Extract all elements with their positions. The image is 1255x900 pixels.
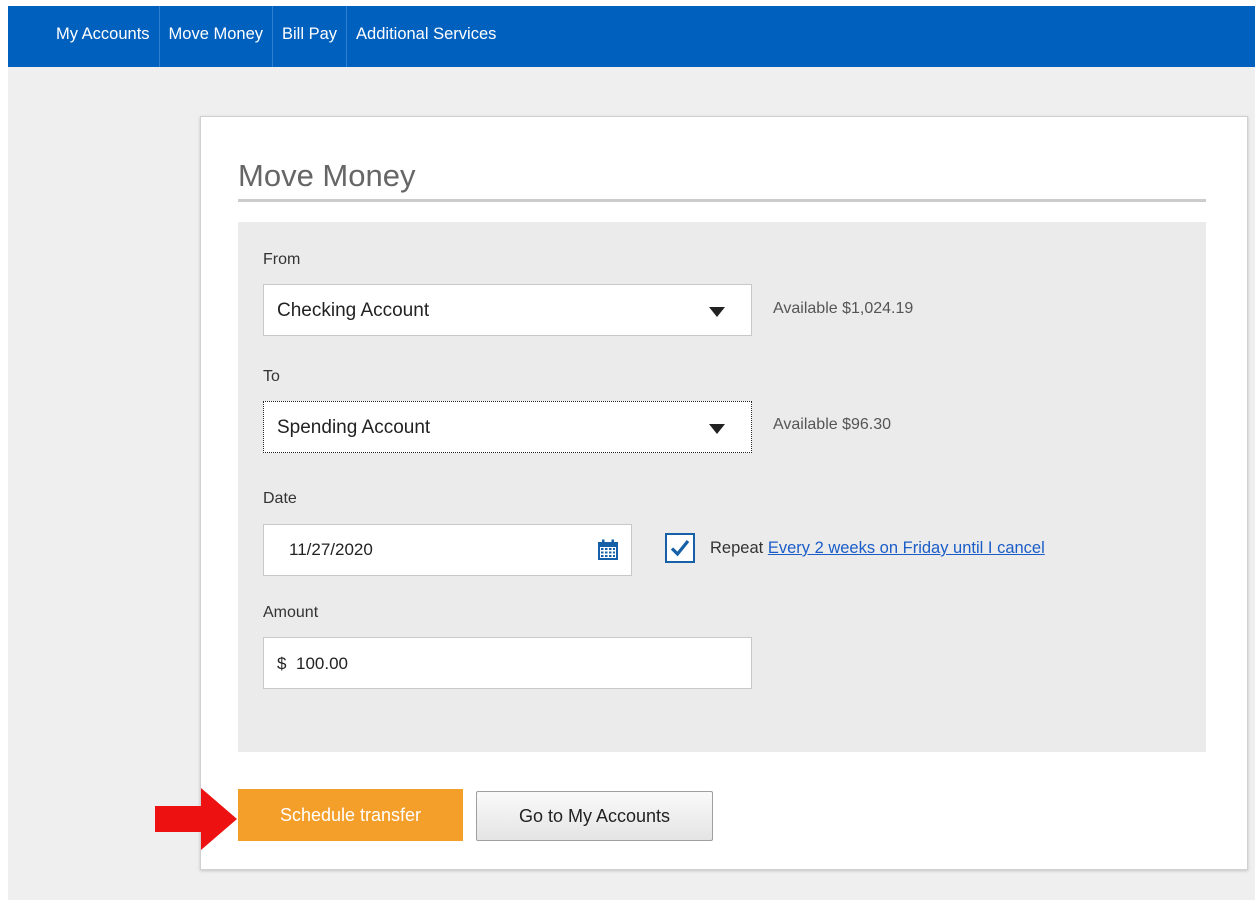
- page-title: Move Money: [238, 158, 416, 193]
- currency-symbol: $: [277, 654, 287, 673]
- red-arrow-icon: [155, 788, 237, 850]
- title-divider: [238, 199, 1206, 202]
- calendar-icon[interactable]: [597, 539, 619, 561]
- from-account-select[interactable]: Checking Account: [263, 284, 752, 336]
- date-input[interactable]: 11/27/2020: [263, 524, 632, 576]
- move-money-card: Move Money From Checking Account Availab…: [200, 116, 1248, 870]
- schedule-transfer-button[interactable]: Schedule transfer: [238, 789, 463, 841]
- top-navigation: My Accounts Move Money Bill Pay Addition…: [8, 6, 1255, 67]
- to-available-balance: Available $96.30: [773, 416, 892, 433]
- nav-item-move-money[interactable]: Move Money: [160, 6, 274, 67]
- chevron-down-icon: [709, 424, 725, 434]
- from-label: From: [263, 251, 301, 268]
- checkmark-icon: [670, 539, 690, 557]
- nav-item-bill-pay[interactable]: Bill Pay: [273, 6, 348, 67]
- to-label: To: [263, 368, 280, 385]
- date-label: Date: [263, 490, 297, 507]
- chevron-down-icon: [709, 307, 725, 317]
- repeat-option: Repeat Every 2 weeks on Friday until I c…: [710, 539, 1045, 558]
- nav-item-my-accounts[interactable]: My Accounts: [8, 6, 160, 67]
- date-value: 11/27/2020: [289, 540, 373, 559]
- from-available-balance: Available $1,024.19: [773, 300, 914, 317]
- amount-input[interactable]: $ 100.00: [263, 637, 752, 689]
- nav-item-additional-services[interactable]: Additional Services: [347, 6, 505, 67]
- to-account-select[interactable]: Spending Account: [263, 401, 752, 453]
- repeat-label: Repeat: [710, 539, 764, 557]
- amount-label: Amount: [263, 604, 319, 621]
- page-background: My Accounts Move Money Bill Pay Addition…: [8, 6, 1255, 900]
- go-to-my-accounts-button[interactable]: Go to My Accounts: [476, 791, 713, 841]
- transfer-form-panel: From Checking Account Available $1,024.1…: [238, 222, 1206, 752]
- repeat-checkbox[interactable]: [665, 533, 695, 563]
- from-account-value: Checking Account: [277, 300, 430, 321]
- repeat-frequency-link[interactable]: Every 2 weeks on Friday until I cancel: [768, 539, 1045, 557]
- amount-value: 100.00: [296, 654, 348, 673]
- to-account-value: Spending Account: [277, 417, 431, 438]
